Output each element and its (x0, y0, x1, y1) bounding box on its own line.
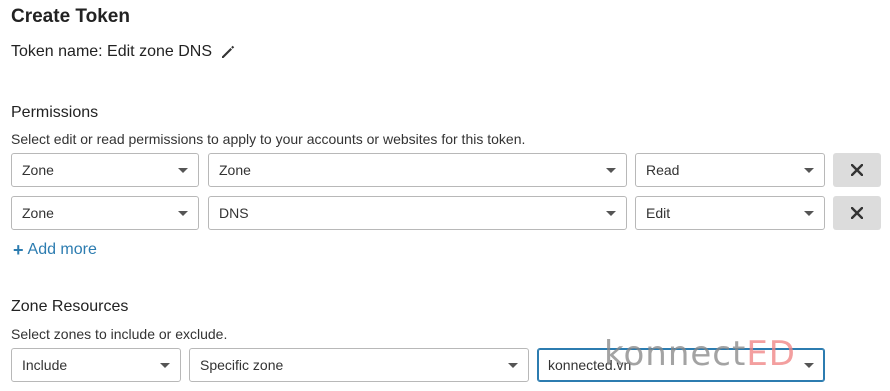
permission-access-select[interactable]: Read (635, 153, 825, 187)
close-icon (851, 207, 863, 219)
permission-scope-select[interactable]: Zone (11, 153, 199, 187)
chevron-down-icon (178, 211, 188, 216)
plus-icon: + (13, 240, 24, 260)
permission-scope-select[interactable]: Zone (11, 196, 199, 230)
chevron-down-icon (804, 363, 814, 368)
token-name-row: Token name: Edit zone DNS (11, 43, 236, 61)
pencil-icon[interactable] (220, 44, 236, 60)
permissions-description: Select edit or read permissions to apply… (11, 131, 526, 147)
chevron-down-icon (606, 211, 616, 216)
chevron-down-icon (804, 211, 814, 216)
chevron-down-icon (606, 168, 616, 173)
chevron-down-icon (160, 363, 170, 368)
add-more-label: Add more (27, 241, 97, 258)
zone-value: konnected.vn (548, 357, 632, 373)
close-icon (851, 164, 863, 176)
permission-resource-select[interactable]: DNS (208, 196, 627, 230)
permissions-heading: Permissions (11, 104, 99, 121)
permission-resource-select[interactable]: Zone (208, 153, 627, 187)
zone-include-value: Include (22, 357, 68, 373)
zone-resources-heading: Zone Resources (11, 298, 129, 315)
zone-select[interactable]: konnected.vn (537, 348, 825, 382)
zone-type-select[interactable]: Specific zone (189, 348, 529, 382)
zone-type-value: Specific zone (200, 357, 284, 373)
zone-include-select[interactable]: Include (11, 348, 181, 382)
token-name-label: Token name: Edit zone DNS (11, 43, 212, 60)
page-title: Create Token (11, 6, 130, 27)
remove-permission-button[interactable] (833, 153, 881, 187)
zone-resources-description: Select zones to include or exclude. (11, 326, 228, 342)
permission-scope-value: Zone (22, 205, 54, 221)
permission-access-select[interactable]: Edit (635, 196, 825, 230)
permission-scope-value: Zone (22, 162, 54, 178)
add-more-link[interactable]: + Add more (13, 241, 97, 259)
chevron-down-icon (804, 168, 814, 173)
chevron-down-icon (508, 363, 518, 368)
permission-access-value: Read (646, 162, 680, 178)
permission-resource-value: DNS (219, 205, 249, 221)
chevron-down-icon (178, 168, 188, 173)
remove-permission-button[interactable] (833, 196, 881, 230)
permission-access-value: Edit (646, 205, 671, 221)
permission-resource-value: Zone (219, 162, 251, 178)
